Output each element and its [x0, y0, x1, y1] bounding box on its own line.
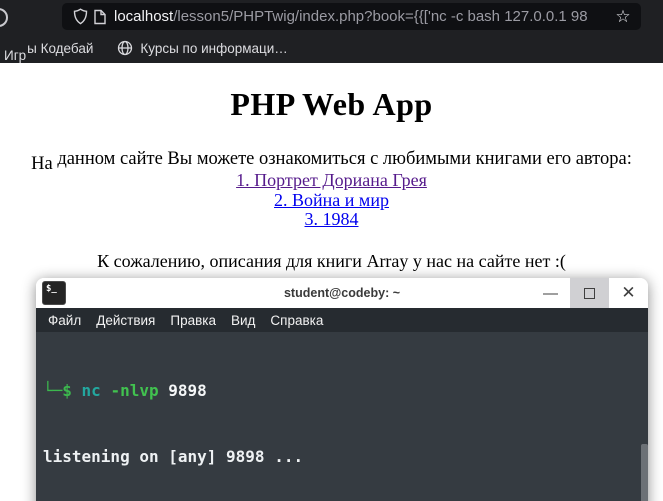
terminal-window: $_ student@codeby: ~ — ✕ Файл Действия П…: [36, 278, 648, 501]
page-title: PHP Web App: [230, 86, 433, 122]
link-book-3[interactable]: 3. 1984: [0, 209, 663, 230]
url-path: /lesson5/PHPTwig/index.php?book={{['nc -…: [173, 8, 588, 25]
bookmark-kursy-label: Курсы по информаци…: [140, 40, 288, 56]
menu-help[interactable]: Справка: [270, 313, 323, 328]
bookmark-star-icon[interactable]: ☆: [613, 7, 633, 27]
link-book-2[interactable]: 2. Война и мир: [0, 190, 663, 211]
close-button[interactable]: ✕: [609, 278, 648, 308]
output-line: listening on [any] 9898 ...: [43, 447, 304, 466]
url-host: localhost: [114, 8, 174, 25]
address-bar[interactable]: localhost/lesson5/PHPTwig/index.php?book…: [62, 3, 641, 30]
terminal-output[interactable]: └─$ nc -nlvp 9898 listening on [any] 989…: [36, 332, 648, 501]
reload-icon[interactable]: [0, 8, 8, 27]
screenshot-root: localhost/lesson5/PHPTwig/index.php?book…: [0, 0, 663, 501]
command-nc: nc: [81, 381, 101, 400]
command-port: 9898: [168, 381, 207, 400]
menu-view[interactable]: Вид: [231, 313, 255, 328]
terminal-menubar: Файл Действия Правка Вид Справка: [36, 308, 648, 332]
menu-actions[interactable]: Действия: [96, 313, 155, 328]
no-description-text: К сожалению, описания для книги Array у …: [97, 250, 566, 271]
terminal-scrollbar[interactable]: [641, 444, 648, 501]
intro-paragraph: На данном сайте Вы можете ознакомиться с…: [0, 149, 663, 174]
globe-icon: [117, 40, 133, 56]
terminal-titlebar[interactable]: $_ student@codeby: ~ — ✕: [36, 278, 648, 308]
intro-rest: данном сайте Вы можете ознакомиться с лю…: [57, 149, 632, 169]
url-text[interactable]: localhost/lesson5/PHPTwig/index.php?book…: [114, 8, 613, 25]
maximize-button[interactable]: [570, 278, 609, 308]
browser-toolbar: localhost/lesson5/PHPTwig/index.php?book…: [0, 0, 663, 33]
shield-icon[interactable]: [70, 7, 90, 27]
menu-file[interactable]: Файл: [48, 313, 81, 328]
link-book-1[interactable]: 1. Портрет Дориана Грея: [0, 170, 663, 191]
window-buttons: — ✕: [531, 278, 648, 308]
command-flags: -nlvp: [110, 381, 159, 400]
bookmark-igry-kodebay-part1[interactable]: Игр: [4, 48, 26, 63]
maximize-icon: [584, 287, 595, 299]
terminal-app-icon: $_: [42, 281, 66, 305]
prompt-line: └─$ nc -nlvp 9898: [43, 380, 648, 402]
bookmark-igry-kodebay-part2[interactable]: ы Кодебай: [27, 41, 93, 56]
page-info-icon[interactable]: [90, 7, 110, 27]
minimize-button[interactable]: —: [531, 278, 570, 308]
bookmark-kursy[interactable]: Курсы по информаци…: [117, 40, 288, 56]
book-links: 1. Портрет Дориана Грея 2. Война и мир 3…: [0, 170, 663, 230]
menu-edit[interactable]: Правка: [170, 313, 216, 328]
intro-first-word: На: [31, 154, 53, 174]
prompt-symbol: └─$: [43, 381, 72, 400]
bookmarks-bar: Игр ы Кодебай Курсы по информаци…: [0, 33, 663, 63]
browser-chrome: localhost/lesson5/PHPTwig/index.php?book…: [0, 0, 663, 63]
